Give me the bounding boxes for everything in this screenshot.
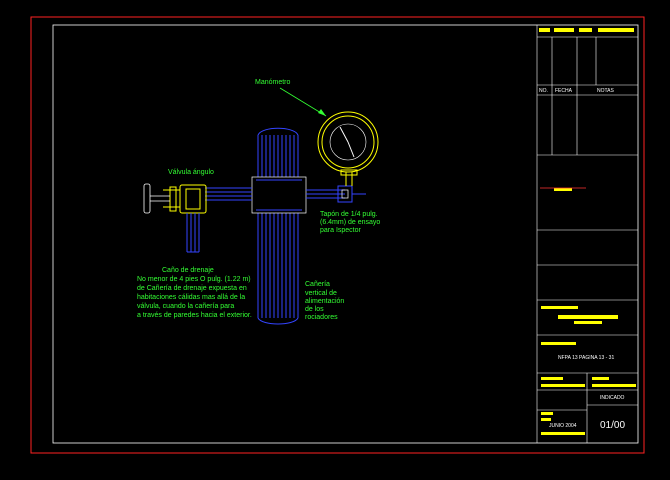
label-caneria-2: vertical de: [305, 290, 337, 297]
branch-pipe: [205, 187, 252, 201]
column-fecha: FECHA: [555, 88, 573, 94]
label-tapon-3: para Ispector: [320, 227, 362, 234]
note-line-4: válvula, cuando la cañería para: [137, 303, 234, 310]
label-caneria-5: rociadores: [305, 314, 338, 321]
note-line-3: habitaciones cálidas mas allá de la: [137, 294, 245, 301]
column-notas: NOTAS: [597, 88, 615, 94]
cad-drawing: NO. FECHA NOTAS NFPA 13 PAGINA 13 - 31 I…: [30, 16, 645, 454]
drain-pipe: [186, 213, 200, 253]
tee-fitting: [251, 176, 307, 214]
angle-valve: [163, 184, 207, 214]
note-line-1: No menor de 4 pies O pulg. (1.22 m): [137, 276, 251, 283]
test-plug: [306, 185, 366, 203]
indice-label: INDICADO: [600, 395, 625, 401]
handwheel: [143, 183, 170, 214]
date-label: JUNIO 2004: [549, 423, 577, 429]
label-tapon-1: Tapón de 1/4 pulg.: [320, 211, 378, 218]
label-cano-drenaje: Caño de drenaje: [162, 267, 214, 274]
pressure-gauge: [317, 111, 379, 173]
title-block: [536, 25, 638, 443]
label-caneria-4: de los: [305, 306, 324, 313]
label-caneria-1: Cañería: [305, 281, 330, 288]
label-valvula-angulo: Válvula ángulo: [168, 169, 214, 176]
sheet-title: NFPA 13 PAGINA 13 - 31: [558, 355, 614, 361]
label-caneria-3: alimentación: [305, 298, 344, 305]
label-manometro: Manómetro: [255, 79, 291, 86]
title-block-marks: [539, 28, 636, 435]
riser-pipe: [257, 127, 299, 325]
column-no: NO.: [539, 88, 548, 94]
note-line-2: de Cañería de drenaje expuesta en: [137, 285, 247, 292]
note-line-5: a través de paredes hacia el exterior.: [137, 312, 252, 319]
inner-frame: [52, 24, 639, 444]
label-tapon-2: (6.4mm) de ensayo: [320, 219, 380, 226]
sheet-number: 01/00: [600, 420, 625, 431]
